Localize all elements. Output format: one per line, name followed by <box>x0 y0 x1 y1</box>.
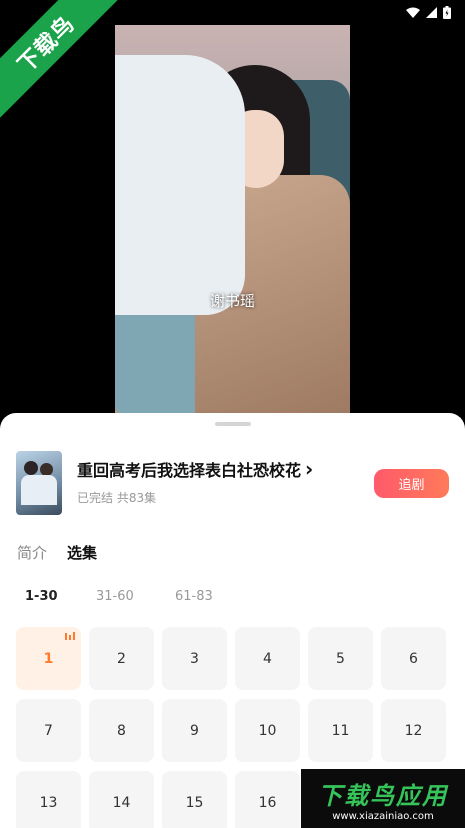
range-tab-61-83[interactable]: 61-83 <box>175 589 254 604</box>
tab-intro[interactable]: 简介 <box>17 542 47 563</box>
episode-sheet: 重回高考后我选择表白社恐校花 › 已完结 共83集 追剧 简介 选集 1-30 … <box>0 413 465 828</box>
follow-button[interactable]: 追剧 <box>374 469 449 498</box>
episode-button[interactable]: 12 <box>381 699 446 762</box>
tab-episodes[interactable]: 选集 <box>67 542 97 563</box>
episode-number: 14 <box>112 794 131 811</box>
episode-button[interactable]: 16 <box>235 771 300 828</box>
badge-text: 下载鸟 <box>0 0 120 120</box>
episode-button[interactable]: 14 <box>89 771 154 828</box>
chevron-right-icon: › <box>305 457 314 481</box>
episode-button[interactable]: 10 <box>235 699 300 762</box>
episode-range-tabs: 1-30 31-60 61-83 <box>25 589 254 604</box>
episode-button[interactable]: 7 <box>16 699 81 762</box>
episode-number: 7 <box>44 722 53 739</box>
drama-title: 重回高考后我选择表白社恐校花 <box>77 461 302 480</box>
episode-number: 16 <box>258 794 277 811</box>
episode-number: 8 <box>117 722 126 739</box>
episode-button[interactable]: 11 <box>308 699 373 762</box>
episode-number: 11 <box>331 722 350 739</box>
signal-icon <box>426 7 437 18</box>
video-player[interactable] <box>115 25 350 415</box>
episode-button[interactable]: 13 <box>16 771 81 828</box>
episode-number: 12 <box>404 722 423 739</box>
watermark-text: 下载鸟应用 <box>318 781 448 810</box>
episode-number: 2 <box>117 650 126 667</box>
episode-number: 9 <box>190 722 199 739</box>
episode-button[interactable]: 15 <box>162 771 227 828</box>
battery-icon <box>443 6 451 19</box>
episode-number: 15 <box>185 794 204 811</box>
episode-number: 5 <box>336 650 345 667</box>
drama-poster[interactable] <box>16 451 62 515</box>
episode-button[interactable]: 5 <box>308 627 373 690</box>
episode-button[interactable]: 8 <box>89 699 154 762</box>
episode-number: 6 <box>409 650 418 667</box>
episode-number: 3 <box>190 650 199 667</box>
episode-number: 10 <box>258 722 277 739</box>
status-icons <box>406 6 451 19</box>
corner-badge: 下载鸟 <box>0 0 120 120</box>
episode-button[interactable]: 6 <box>381 627 446 690</box>
playing-indicator-icon <box>65 632 75 640</box>
drama-title-link[interactable]: 重回高考后我选择表白社恐校花 › <box>77 457 313 481</box>
info-tabs: 简介 选集 <box>17 542 97 563</box>
range-tab-31-60[interactable]: 31-60 <box>96 589 175 604</box>
episode-button[interactable]: 2 <box>89 627 154 690</box>
episode-button[interactable]: 1 <box>16 627 81 690</box>
episode-button[interactable]: 3 <box>162 627 227 690</box>
range-tab-1-30[interactable]: 1-30 <box>25 589 96 604</box>
watermark-url: www.xiazainiao.com <box>332 810 434 822</box>
episode-button[interactable]: 9 <box>162 699 227 762</box>
watermark-logo: 下载鸟应用 www.xiazainiao.com <box>301 769 465 828</box>
video-caption: 谢书瑶 <box>209 292 255 310</box>
episode-button[interactable]: 4 <box>235 627 300 690</box>
episode-number: 13 <box>39 794 58 811</box>
episode-number: 1 <box>43 650 54 667</box>
episode-number: 4 <box>263 650 272 667</box>
sheet-drag-handle[interactable] <box>215 422 251 426</box>
wifi-icon <box>406 7 420 18</box>
drama-meta: 已完结 共83集 <box>77 491 157 505</box>
